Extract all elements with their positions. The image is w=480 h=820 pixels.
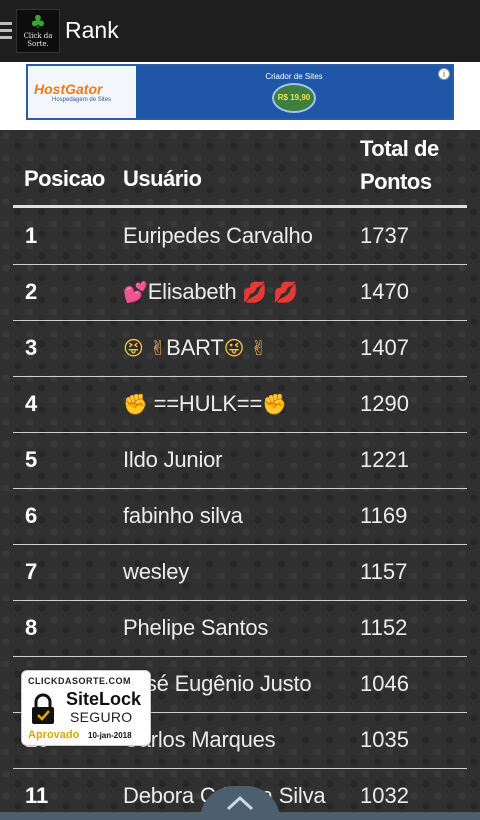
row-points: 1152 — [360, 615, 408, 640]
victory-hand-emoji-icon: ✌ — [149, 336, 167, 360]
menu-icon[interactable] — [0, 22, 12, 40]
row-position: 11 — [25, 783, 49, 808]
sitelock-badge[interactable]: CLICKDASORTE.COM SiteLock SEGURO Aprovad… — [21, 670, 151, 746]
row-user: Phelipe Santos — [123, 615, 269, 640]
table-row[interactable]: 8 Phelipe Santos 1152 — [13, 601, 467, 657]
table-row[interactable]: 3 😝 ✌BART😜 ✌ 1407 — [13, 321, 467, 377]
row-points: 1737 — [360, 223, 409, 248]
sitelock-date: 10-jan-2018 — [88, 731, 132, 740]
hearts-emoji-icon: 💕 — [123, 280, 148, 304]
row-user-cell: ✊ ==HULK==✊ — [123, 391, 287, 417]
row-points: 1221 — [360, 447, 409, 472]
row-user: wesley — [123, 559, 190, 584]
row-position: 5 — [25, 447, 38, 472]
clover-icon: ♣ — [29, 12, 47, 33]
row-user: José Eugênio Justo — [123, 671, 312, 696]
info-icon[interactable]: i — [438, 68, 450, 80]
ad-banner[interactable]: HostGator Hospedagem de Sites Criador de… — [26, 64, 454, 120]
lips-emoji-icon: 💋 — [242, 280, 268, 304]
row-user-cell: 💕Elisabeth 💋 💋 — [123, 279, 298, 305]
victory-hand-emoji-icon: ✌ — [250, 336, 267, 360]
sitelock-domain: CLICKDASORTE.COM — [28, 676, 131, 686]
tongue-face-emoji-icon: 😜 — [223, 336, 245, 360]
ad-zone: HostGator Hospedagem de Sites Criador de… — [0, 62, 480, 130]
row-position: 8 — [25, 615, 38, 640]
row-position: 2 — [25, 279, 38, 304]
chevron-up-icon — [226, 795, 254, 811]
logo-text: Click da Sorte. — [23, 32, 53, 48]
fist-emoji-icon: ✊ — [123, 392, 148, 416]
tongue-face-emoji-icon: 😝 — [123, 336, 144, 360]
row-points: 1290 — [360, 391, 409, 416]
row-position: 4 — [25, 391, 38, 416]
row-points: 1157 — [360, 559, 408, 584]
sitelock-secure-label: SEGURO — [70, 709, 133, 725]
column-header-user: Usuário — [123, 166, 202, 191]
row-user: Euripedes Carvalho — [123, 223, 313, 248]
table-row[interactable]: 4 ✊ ==HULK==✊ 1290 — [13, 377, 467, 433]
row-position: 3 — [25, 335, 38, 360]
row-points: 1046 — [360, 671, 409, 696]
row-user: Elisabeth — [147, 279, 237, 304]
row-position: 7 — [25, 559, 38, 584]
row-points: 1032 — [360, 783, 409, 808]
row-user: Ildo Junior — [123, 447, 223, 472]
row-points: 1169 — [360, 503, 408, 528]
lock-icon — [32, 693, 54, 724]
ad-brand: HostGator — [34, 81, 103, 97]
sitelock-brand: SiteLock — [66, 689, 142, 709]
ad-headline: Criador de Sites — [265, 71, 323, 81]
app-bar: ♣ Click da Sorte. Rank — [0, 0, 480, 62]
ad-brand-sub: Hospedagem de Sites — [52, 97, 112, 103]
ad-price: R$ 19,90 — [277, 93, 311, 102]
sitelock-approved: Aprovado — [28, 729, 80, 741]
table-row[interactable]: 7 wesley 1157 — [13, 545, 467, 601]
page-title: Rank — [65, 17, 119, 43]
row-user-cell: 😝 ✌BART😜 ✌ — [123, 335, 267, 361]
table-row[interactable]: 1 Euripedes Carvalho 1737 — [13, 209, 467, 265]
ad-offer-panel: Criador de Sites R$ 19,90 — [136, 66, 452, 118]
row-user: BART — [166, 335, 224, 360]
fist-emoji-icon: ✊ — [262, 392, 287, 416]
column-header-points: Total de Pontos — [360, 136, 439, 194]
row-position: 6 — [25, 503, 38, 528]
table-row[interactable]: 5 Ildo Junior 1221 — [13, 433, 467, 489]
table-row[interactable]: 2 💕Elisabeth 💋 💋 1470 — [13, 265, 467, 321]
lips-emoji-icon: 💋 — [272, 280, 298, 304]
table-row[interactable]: 6 fabinho silva 1169 — [13, 489, 467, 545]
row-position: 1 — [25, 223, 38, 248]
column-header-position: Posicao — [24, 166, 105, 191]
row-points: 1407 — [360, 335, 409, 360]
table-header: Posicao Usuário Total de Pontos — [13, 130, 467, 208]
ad-brand-panel: HostGator Hospedagem de Sites — [28, 66, 136, 118]
row-user: ==HULK== — [153, 391, 263, 416]
row-user: fabinho silva — [123, 503, 243, 528]
row-points: 1470 — [360, 279, 409, 304]
app-logo[interactable]: ♣ Click da Sorte. — [16, 9, 60, 53]
row-points: 1035 — [360, 727, 409, 752]
ad-price-badge: R$ 19,90 — [272, 82, 316, 113]
